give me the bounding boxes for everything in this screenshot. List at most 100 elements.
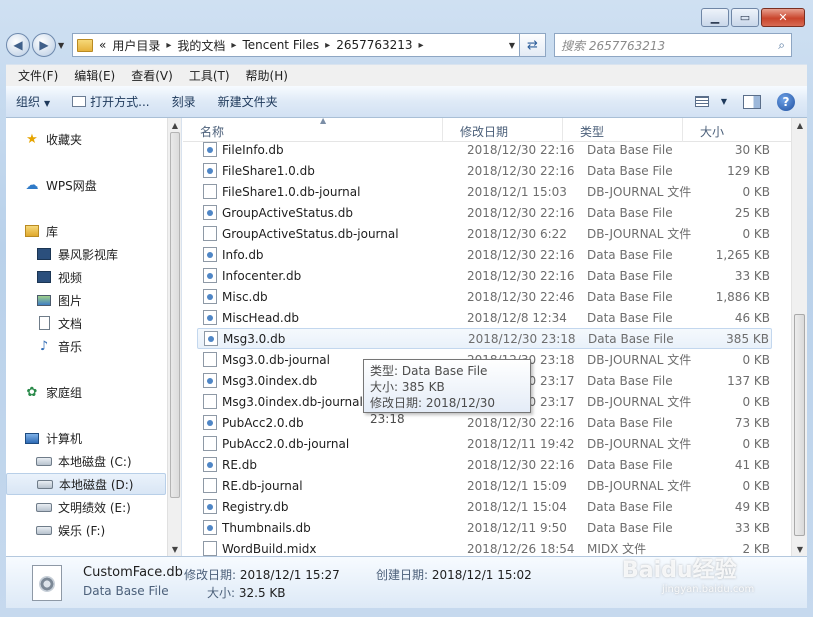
search-input[interactable]: 搜索 2657763213 ⌕ xyxy=(554,33,792,57)
menu-help[interactable]: 帮助(H) xyxy=(238,67,296,84)
file-name: GroupActiveStatus.db xyxy=(222,205,353,220)
folder-icon xyxy=(77,38,93,52)
file-size: 385 KB xyxy=(726,331,769,346)
nav-lib-pictures[interactable]: 图片 xyxy=(6,289,166,311)
nav-drive-c[interactable]: 本地磁盘 (C:) xyxy=(6,450,166,472)
nav-drive-f[interactable]: 娱乐 (F:) xyxy=(6,519,166,541)
file-name: RE.db xyxy=(222,457,257,472)
scroll-down-icon[interactable]: ▼ xyxy=(168,542,181,556)
address-bar[interactable]: « 用户目录 ▸ 我的文档 ▸ Tencent Files ▸ 26577632… xyxy=(72,33,520,57)
breadcrumb-separator-icon[interactable]: ▸ xyxy=(231,40,236,51)
file-type: Data Base File xyxy=(587,142,673,157)
nav-favorites-label: 收藏夹 xyxy=(46,132,83,147)
database-file-icon xyxy=(204,331,218,346)
address-overflow[interactable]: « xyxy=(99,38,106,52)
organize-button[interactable]: 组织 ▼ xyxy=(16,93,50,110)
preview-pane-icon[interactable] xyxy=(743,94,761,109)
nav-lib-storm-video[interactable]: 暴风影视库 xyxy=(6,243,166,265)
file-row[interactable]: FileShare1.0.db-journal 2018/12/1 15:03 DB… xyxy=(197,181,772,202)
file-row[interactable]: MiscHead.db 2018/12/8 12:34 Data Base File… xyxy=(197,307,772,328)
forward-button[interactable]: ▶ xyxy=(32,33,56,57)
file-name: WordBuild.midx xyxy=(222,541,317,556)
file-row[interactable]: FileInfo.db 2018/12/30 22:16 Data Base Fil… xyxy=(197,142,772,160)
column-name[interactable]: 名称 xyxy=(183,118,443,142)
file-list-scrollbar[interactable]: ▲ ▼ xyxy=(791,118,807,556)
file-type: DB-JOURNAL 文件 xyxy=(587,437,692,451)
close-button[interactable]: ✕ xyxy=(761,8,805,27)
file-row[interactable]: GroupActiveStatus.db 2018/12/30 22:16 Data… xyxy=(197,202,772,223)
column-type[interactable]: 类型 xyxy=(563,118,683,142)
blank-file-icon xyxy=(203,436,217,451)
file-row[interactable]: FileShare1.0.db 2018/12/30 22:16 Data Base… xyxy=(197,160,772,181)
file-date: 2018/12/8 12:34 xyxy=(467,310,567,325)
maximize-button[interactable]: ▭ xyxy=(731,8,759,27)
open-with-button[interactable]: 打开方式... xyxy=(72,93,150,110)
chevron-down-icon: ▼ xyxy=(720,97,727,106)
navigation-pane: ★ 收藏夹 ☁ WPS网盘 库 暴风影视库 视频 图片 文档 ♪ 音乐 ✿ 家庭… xyxy=(6,118,182,556)
file-row[interactable]: Registry.db 2018/12/1 15:04 Data Base File… xyxy=(197,496,772,517)
breadcrumb-item[interactable]: 我的文档 xyxy=(177,37,225,54)
breadcrumb-item[interactable]: 用户目录 xyxy=(112,37,160,54)
burn-button[interactable]: 刻录 xyxy=(172,93,196,110)
file-row[interactable]: RE.db 2018/12/30 22:16 Data Base File 41 KB xyxy=(197,454,772,475)
breadcrumb-item[interactable]: Tencent Files xyxy=(242,38,319,52)
blank-file-icon xyxy=(203,184,217,199)
menu-view[interactable]: 查看(V) xyxy=(123,67,181,84)
file-row[interactable]: GroupActiveStatus.db-journal 2018/12/30 6… xyxy=(197,223,772,244)
refresh-button[interactable]: ⇄ xyxy=(520,33,546,57)
change-view-button[interactable]: ▼ xyxy=(694,96,727,107)
column-size[interactable]: 大小 xyxy=(683,118,763,142)
nav-lib-music[interactable]: ♪ 音乐 xyxy=(6,335,166,357)
address-dropdown-icon[interactable]: ▼ xyxy=(509,41,515,50)
recent-pages-dropdown[interactable]: ▼ xyxy=(58,41,68,50)
file-scroll-thumb[interactable] xyxy=(794,314,805,536)
nav-lib-documents[interactable]: 文档 xyxy=(6,312,166,334)
column-date[interactable]: 修改日期 xyxy=(443,118,563,142)
search-icon[interactable]: ⌕ xyxy=(778,38,785,53)
blank-file-icon xyxy=(203,394,217,409)
scroll-up-icon[interactable]: ▲ xyxy=(168,118,181,132)
menu-tools[interactable]: 工具(T) xyxy=(181,67,238,84)
nav-lib-videos[interactable]: 视频 xyxy=(6,266,166,288)
new-folder-button[interactable]: 新建文件夹 xyxy=(218,93,278,110)
file-type: DB-JOURNAL 文件 xyxy=(587,479,692,493)
file-size: 1,886 KB xyxy=(715,289,770,304)
nav-scrollbar[interactable]: ▲ ▼ xyxy=(167,118,181,556)
nav-library[interactable]: 库 xyxy=(6,220,166,242)
nav-homegroup[interactable]: ✿ 家庭组 xyxy=(6,381,166,403)
menu-edit[interactable]: 编辑(E) xyxy=(66,67,123,84)
nav-wps-label: WPS网盘 xyxy=(46,178,97,193)
file-date: 2018/12/11 19:42 xyxy=(467,436,575,451)
breadcrumb-separator-icon[interactable]: ▸ xyxy=(419,40,424,51)
help-icon[interactable]: ? xyxy=(777,92,795,111)
scroll-up-icon[interactable]: ▲ xyxy=(792,118,807,132)
breadcrumb-item[interactable]: 2657763213 xyxy=(336,38,412,52)
nav-drive-d[interactable]: 本地磁盘 (D:) xyxy=(6,473,166,495)
nav-wps-cloud[interactable]: ☁ WPS网盘 xyxy=(6,174,166,196)
file-date: 2018/12/30 22:16 xyxy=(467,163,575,178)
file-size: 46 KB xyxy=(734,310,770,325)
breadcrumb-separator-icon[interactable]: ▸ xyxy=(325,40,330,51)
file-size: 129 KB xyxy=(727,163,770,178)
minimize-button[interactable]: ▁ xyxy=(701,8,729,27)
file-name: Msg3.0.db xyxy=(223,331,286,346)
nav-computer[interactable]: 计算机 xyxy=(6,427,166,449)
file-row[interactable]: Msg3.0.db 2018/12/30 23:18 Data Base File 3… xyxy=(197,328,772,349)
file-row[interactable]: Info.db 2018/12/30 22:16 Data Base File 1,2… xyxy=(197,244,772,265)
nav-drive-e[interactable]: 文明绩效 (E:) xyxy=(6,496,166,518)
file-size: 25 KB xyxy=(734,205,770,220)
database-file-icon xyxy=(203,457,217,472)
file-row[interactable]: Thumbnails.db 2018/12/11 9:50 Data Base Fi… xyxy=(197,517,772,538)
nav-favorites[interactable]: ★ 收藏夹 xyxy=(6,128,166,150)
file-row[interactable]: Misc.db 2018/12/30 22:46 Data Base File 1,8… xyxy=(197,286,772,307)
file-row[interactable]: RE.db-journal 2018/12/1 15:09 DB-JOURNAL 文… xyxy=(197,475,772,496)
database-file-icon xyxy=(203,415,217,430)
nav-library-label: 库 xyxy=(46,224,59,239)
back-button[interactable]: ◀ xyxy=(6,33,30,57)
open-with-label: 打开方式... xyxy=(90,95,150,109)
menu-file[interactable]: 文件(F) xyxy=(10,67,66,84)
nav-scroll-thumb[interactable] xyxy=(170,132,180,498)
file-row[interactable]: PubAcc2.0.db-journal 2018/12/11 19:42 DB-J… xyxy=(197,433,772,454)
breadcrumb-separator-icon[interactable]: ▸ xyxy=(166,40,171,51)
file-row[interactable]: Infocenter.db 2018/12/30 22:16 Data Base F… xyxy=(197,265,772,286)
